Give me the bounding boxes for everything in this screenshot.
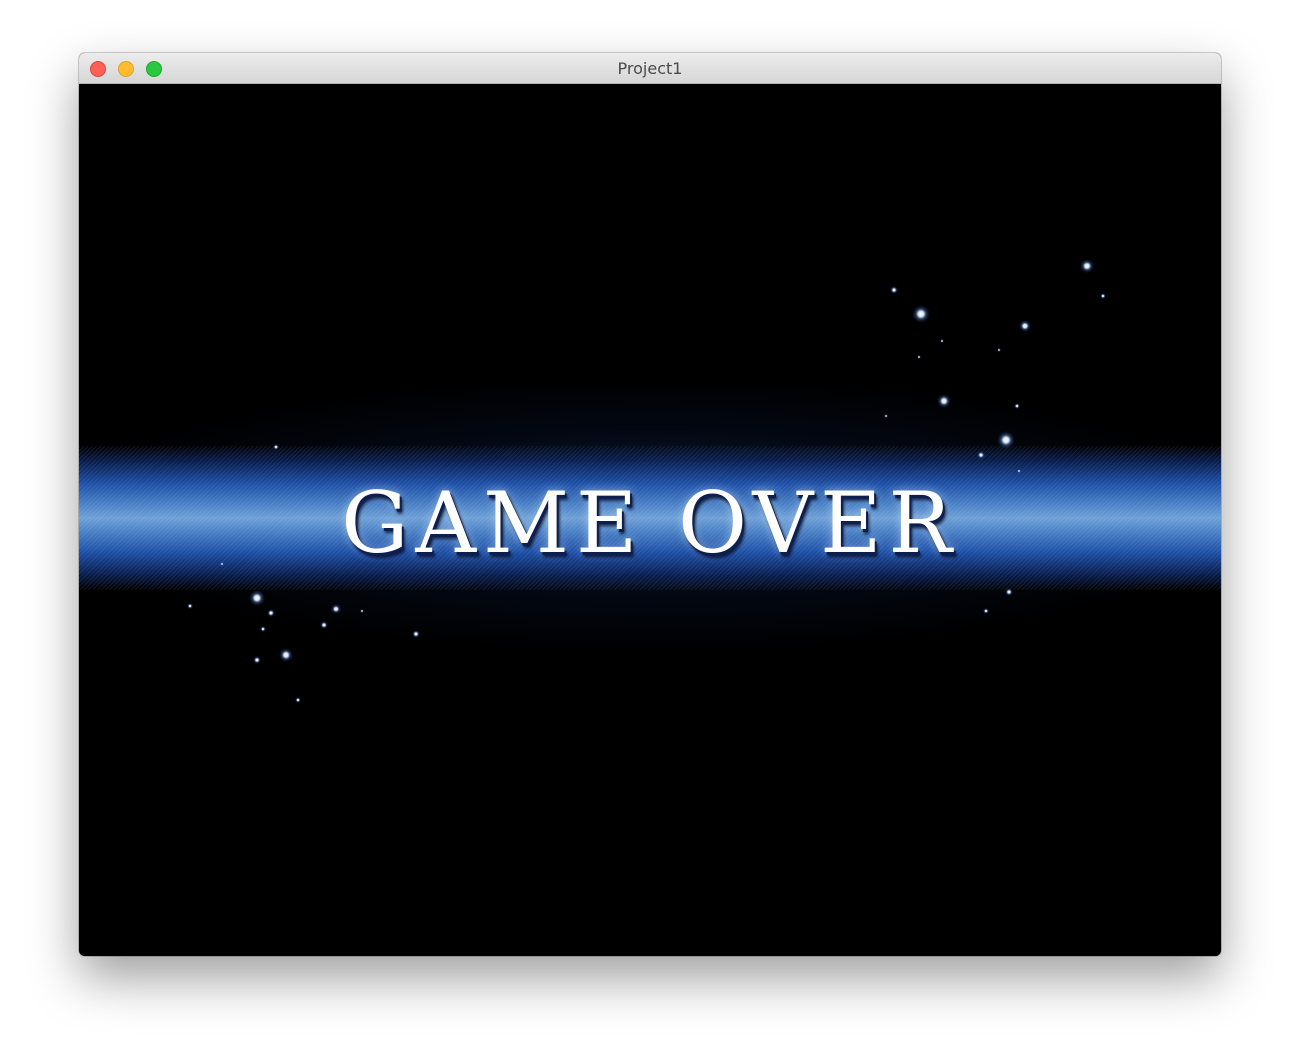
sparkle: [260, 626, 266, 632]
game-over-title: GAME OVER: [341, 474, 959, 572]
app-window: Project1 GAME OVER: [79, 53, 1221, 956]
sparkle: [997, 348, 1001, 352]
sparkle: [360, 609, 364, 613]
sparkle: [890, 286, 898, 294]
sparkle: [884, 414, 888, 418]
sparkle: [1019, 320, 1031, 332]
sparkle: [412, 630, 420, 638]
sparkle: [295, 697, 301, 703]
sparkle: [937, 394, 951, 408]
sparkle: [273, 444, 279, 450]
sparkle: [279, 648, 293, 662]
sparkle: [940, 339, 944, 343]
sparkle: [912, 305, 930, 323]
sparkle: [267, 609, 275, 617]
sparkle: [917, 355, 921, 359]
sparkle: [253, 656, 261, 664]
title-bar[interactable]: Project1: [79, 53, 1221, 84]
sparkle: [1100, 293, 1106, 299]
sparkle: [331, 604, 341, 614]
sparkle: [187, 603, 193, 609]
sparkle: [1080, 259, 1094, 273]
sparkle: [249, 590, 265, 606]
game-canvas[interactable]: GAME OVER: [79, 84, 1221, 956]
window-title: Project1: [617, 59, 683, 78]
sparkle: [997, 431, 1015, 449]
sparkle: [320, 621, 328, 629]
sparkle: [977, 451, 985, 459]
sparkle: [1017, 469, 1021, 473]
sparkle: [1005, 588, 1013, 596]
sparkle: [983, 608, 989, 614]
sparkle: [1014, 403, 1020, 409]
